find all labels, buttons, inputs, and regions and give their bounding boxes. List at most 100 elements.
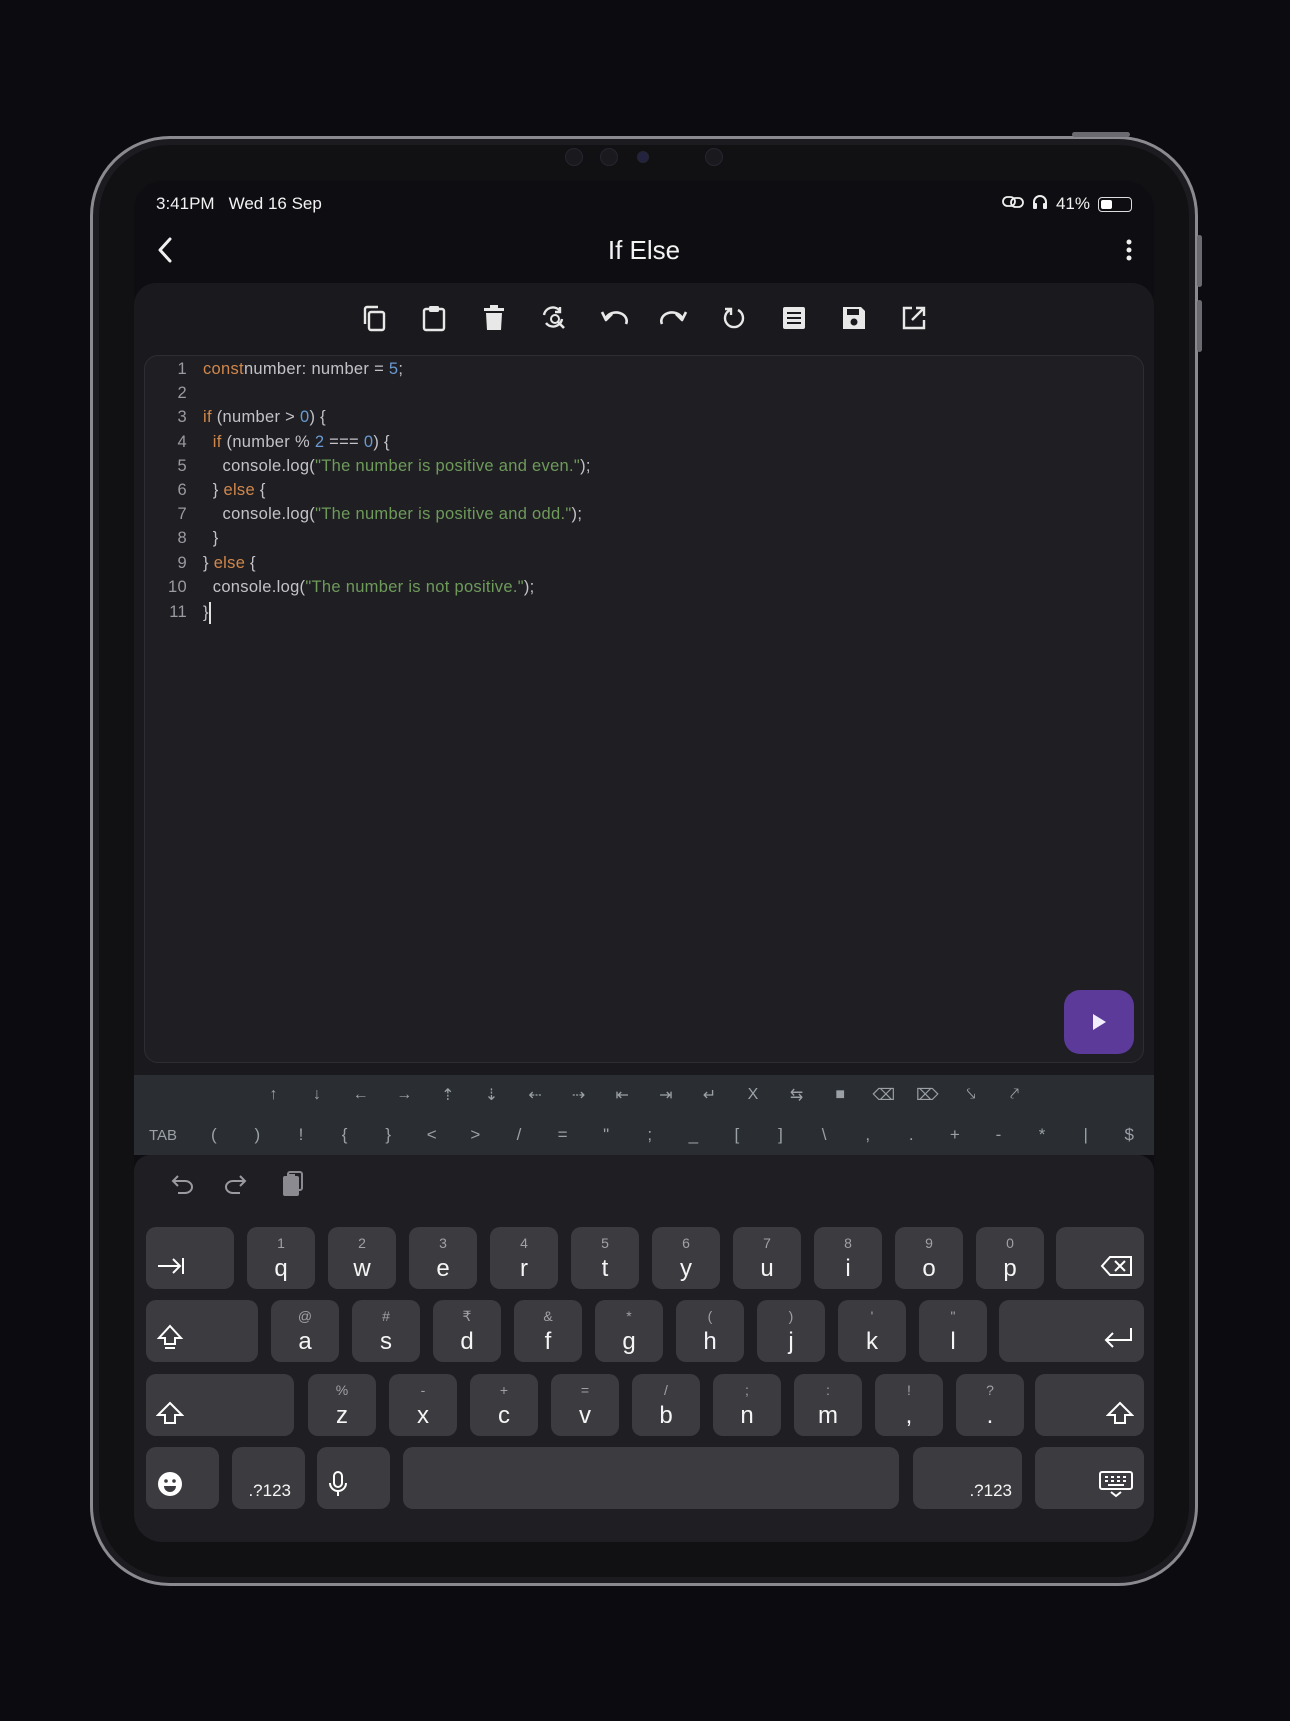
space-key[interactable] xyxy=(403,1447,899,1509)
extra-key[interactable]: ⤥ xyxy=(949,1086,993,1104)
emoji-key[interactable] xyxy=(146,1447,219,1509)
extra-key[interactable]: [ xyxy=(715,1125,759,1145)
extra-key[interactable]: ↑ xyxy=(252,1086,296,1104)
extra-key[interactable]: > xyxy=(454,1125,498,1145)
run-button[interactable] xyxy=(1064,990,1134,1054)
extra-key[interactable]: = xyxy=(541,1125,585,1145)
hide-keyboard-key[interactable] xyxy=(1035,1447,1144,1509)
key-e[interactable]: 3e xyxy=(409,1227,477,1289)
extra-key[interactable]: + xyxy=(933,1125,977,1145)
extra-key[interactable]: } xyxy=(366,1125,410,1145)
extra-key[interactable]: . xyxy=(890,1125,934,1145)
extra-key[interactable]: - xyxy=(977,1125,1021,1145)
extra-key[interactable]: ■ xyxy=(818,1086,862,1104)
replace-icon[interactable] xyxy=(535,299,573,337)
key-d[interactable]: ₹ d xyxy=(433,1300,501,1362)
undo-icon[interactable] xyxy=(595,299,633,337)
extra-key[interactable]: | xyxy=(1064,1125,1108,1145)
extra-key[interactable]: ⌦ xyxy=(906,1085,950,1105)
symbols-key-left[interactable]: .?123 xyxy=(232,1447,305,1509)
code-line: 3 if (number > 0) { xyxy=(145,408,326,432)
delete-icon[interactable] xyxy=(475,299,513,337)
key-w[interactable]: 2w xyxy=(328,1227,396,1289)
key-m[interactable]: :m xyxy=(794,1374,862,1436)
extra-key[interactable]: < xyxy=(410,1125,454,1145)
extra-key[interactable]: ⇠ xyxy=(513,1085,557,1105)
shift-key-right[interactable] xyxy=(1035,1374,1144,1436)
extra-key[interactable]: ↓ xyxy=(295,1086,339,1104)
enter-key[interactable] xyxy=(999,1300,1144,1362)
tab-key[interactable]: TAB xyxy=(134,1127,192,1144)
extra-key[interactable]: ] xyxy=(759,1125,803,1145)
key-comma[interactable]: !, xyxy=(875,1374,943,1436)
key-t[interactable]: 5t xyxy=(571,1227,639,1289)
key-a[interactable]: @ a xyxy=(271,1300,339,1362)
key-o[interactable]: 9o xyxy=(895,1227,963,1289)
redo-icon[interactable] xyxy=(655,299,693,337)
extra-key[interactable]: ⇤ xyxy=(600,1085,644,1105)
paste-icon[interactable] xyxy=(415,299,453,337)
extra-key[interactable]: ⇥ xyxy=(644,1085,688,1105)
extra-key[interactable]: _ xyxy=(672,1125,716,1145)
backspace-key[interactable] xyxy=(1056,1227,1144,1289)
save-icon[interactable] xyxy=(835,299,873,337)
format-icon[interactable] xyxy=(775,299,813,337)
microphone-key[interactable] xyxy=(317,1447,390,1509)
key-c[interactable]: + c xyxy=(470,1374,538,1436)
key-i[interactable]: 8i xyxy=(814,1227,882,1289)
refresh-icon[interactable] xyxy=(715,299,753,337)
extra-key[interactable]: * xyxy=(1020,1125,1064,1145)
caps-lock-key[interactable] xyxy=(146,1300,258,1362)
key-r[interactable]: 4r xyxy=(490,1227,558,1289)
key-j[interactable]: ) j xyxy=(757,1300,825,1362)
key-x[interactable]: -x xyxy=(389,1374,457,1436)
code-token: 2 xyxy=(314,432,325,451)
key-period[interactable]: ?. xyxy=(956,1374,1024,1436)
extra-key[interactable]: X xyxy=(731,1086,775,1104)
extra-key[interactable]: ↵ xyxy=(688,1085,732,1105)
key-h[interactable]: (h xyxy=(676,1300,744,1362)
more-vertical-icon[interactable] xyxy=(1114,231,1144,269)
shift-key-left[interactable] xyxy=(146,1374,294,1436)
key-l[interactable]: " l xyxy=(919,1300,987,1362)
extra-key[interactable]: { xyxy=(323,1125,367,1145)
symbols-key-right[interactable]: .?123 xyxy=(913,1447,1022,1509)
undo-icon[interactable] xyxy=(164,1167,198,1201)
key-f[interactable]: & f xyxy=(514,1300,582,1362)
key-u[interactable]: 7u xyxy=(733,1227,801,1289)
extra-key[interactable]: ) xyxy=(236,1125,280,1145)
key-q[interactable]: 1q xyxy=(247,1227,315,1289)
copy-icon[interactable] xyxy=(355,299,393,337)
extra-key[interactable]: $ xyxy=(1107,1125,1151,1145)
tab-key[interactable] xyxy=(146,1227,234,1289)
key-s[interactable]: # s xyxy=(352,1300,420,1362)
key-g[interactable]: * g xyxy=(595,1300,663,1362)
key-p[interactable]: 0p xyxy=(976,1227,1044,1289)
extra-key[interactable]: → xyxy=(382,1086,426,1104)
open-external-icon[interactable] xyxy=(895,299,933,337)
extra-key[interactable]: ⤤ xyxy=(993,1086,1037,1104)
clipboard-icon[interactable] xyxy=(276,1167,310,1201)
extra-key[interactable]: ⇡ xyxy=(426,1085,470,1105)
extra-key[interactable]: ⇆ xyxy=(775,1085,819,1105)
extra-key[interactable]: ← xyxy=(339,1086,383,1104)
extra-key[interactable]: ( xyxy=(192,1125,236,1145)
extra-key[interactable]: , xyxy=(846,1125,890,1145)
extra-key[interactable]: ; xyxy=(628,1125,672,1145)
extra-key[interactable]: ⌫ xyxy=(862,1085,906,1105)
key-k[interactable]: ' k xyxy=(838,1300,906,1362)
extra-key[interactable]: ⇢ xyxy=(557,1085,601,1105)
key-v[interactable]: = v xyxy=(551,1374,619,1436)
key-b[interactable]: / b xyxy=(632,1374,700,1436)
extra-key[interactable]: " xyxy=(584,1125,628,1145)
extra-key[interactable]: \ xyxy=(802,1125,846,1145)
extra-key[interactable]: / xyxy=(497,1125,541,1145)
key-y[interactable]: 6y xyxy=(652,1227,720,1289)
key-n[interactable]: ; n xyxy=(713,1374,781,1436)
redo-icon[interactable] xyxy=(220,1167,254,1201)
code-editor[interactable]: 11} 10 console.log("The number is not pos… xyxy=(144,355,1144,1063)
extra-key[interactable]: ! xyxy=(279,1125,323,1145)
key-z[interactable]: % z xyxy=(308,1374,376,1436)
extra-key[interactable]: ⇣ xyxy=(470,1085,514,1105)
